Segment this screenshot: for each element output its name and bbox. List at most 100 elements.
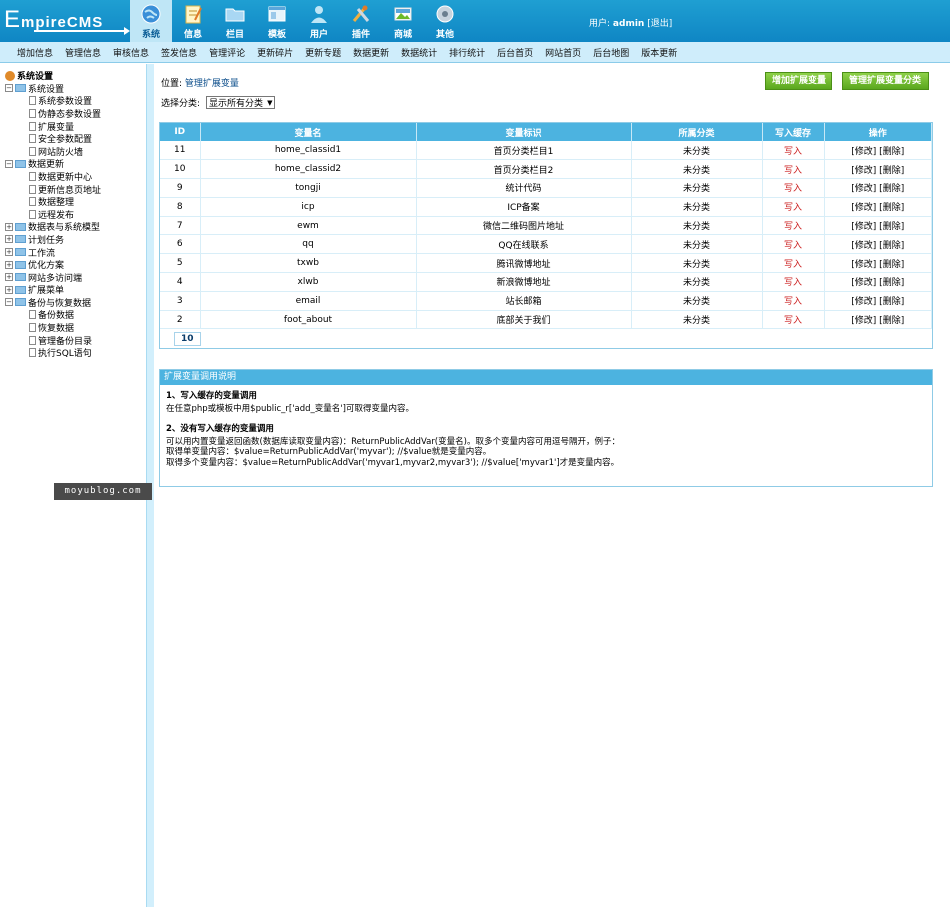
folder-icon	[15, 285, 26, 294]
column-header: 写入缓存	[762, 123, 825, 141]
topnav-item-5[interactable]: 插件	[340, 0, 382, 42]
topnav-item-1[interactable]: 信息	[172, 0, 214, 42]
category-filter: 选择分类: 显示所有分类 ▼	[161, 96, 276, 109]
add-variable-button[interactable]: 增加扩展变量	[765, 72, 832, 90]
row-actions[interactable]: [修改] [删除]	[824, 178, 932, 198]
help-title: 扩展变量调用说明	[160, 370, 932, 385]
subnav-item[interactable]: 签发信息	[161, 46, 197, 59]
topnav-item-7[interactable]: 其他	[424, 0, 466, 42]
write-cache-link[interactable]: 写入	[762, 291, 825, 311]
row-actions[interactable]: [修改] [删除]	[824, 159, 932, 180]
tree-group[interactable]: − 数据更新	[5, 158, 146, 170]
tree-item[interactable]: 数据更新中心	[5, 170, 146, 183]
subnav-item[interactable]: 排行统计	[449, 46, 485, 59]
help-section1-text: 在任意php或模板中用$public_r['add_变量名']可取得变量内容。	[166, 403, 414, 414]
tree-item[interactable]: 更新信息页地址	[5, 183, 146, 196]
write-cache-link[interactable]: 写入	[762, 159, 825, 180]
tree-item[interactable]: 远程发布	[5, 208, 146, 221]
table-cell: 6	[160, 234, 201, 255]
row-actions[interactable]: [修改] [删除]	[824, 141, 932, 161]
table-row: 10 home_classid2 首页分类栏目2 未分类 写入 [修改] [删除]	[160, 159, 932, 180]
collapse-icon[interactable]: −	[5, 298, 13, 307]
topnav-item-0[interactable]: 系统	[130, 0, 172, 42]
page-icon	[29, 209, 36, 219]
tree-group[interactable]: + 扩展菜单	[5, 284, 146, 296]
row-actions[interactable]: [修改] [删除]	[824, 216, 932, 236]
row-actions[interactable]: [修改] [删除]	[824, 310, 932, 330]
tree-group[interactable]: + 计划任务	[5, 233, 146, 246]
write-cache-link[interactable]: 写入	[762, 234, 825, 255]
row-actions[interactable]: [修改] [删除]	[824, 234, 932, 255]
tree-item-label: 安全参数配置	[38, 135, 93, 146]
table-cell: 未分类	[631, 216, 763, 236]
tree-group[interactable]: + 工作流	[5, 246, 146, 259]
row-actions[interactable]: [修改] [删除]	[824, 197, 932, 217]
expand-icon[interactable]: +	[5, 248, 13, 257]
tree-item[interactable]: 伪静态参数设置	[5, 107, 146, 120]
expand-icon[interactable]: +	[5, 273, 13, 282]
write-cache-link[interactable]: 写入	[762, 310, 825, 330]
subnav-item[interactable]: 管理评论	[209, 46, 245, 59]
tree-item[interactable]: 恢复数据	[5, 321, 146, 334]
write-cache-link[interactable]: 写入	[762, 197, 825, 217]
subnav-item[interactable]: 数据更新	[353, 46, 389, 59]
tree-item[interactable]: 数据整理	[5, 195, 146, 208]
tree-item[interactable]: 备份数据	[5, 309, 146, 321]
subnav-item[interactable]: 后台地图	[593, 46, 629, 59]
row-actions[interactable]: [修改] [删除]	[824, 253, 932, 274]
expand-icon[interactable]: +	[5, 260, 13, 269]
page-icon	[29, 108, 36, 118]
tree-item[interactable]: 系统参数设置	[5, 95, 146, 107]
tree-item[interactable]: 管理备份目录	[5, 334, 146, 347]
write-cache-link[interactable]: 写入	[762, 141, 825, 161]
topnav-item-6[interactable]: 商城	[382, 0, 424, 42]
topnav-item-2[interactable]: 栏目	[214, 0, 256, 42]
manage-category-button[interactable]: 管理扩展变量分类	[842, 72, 929, 90]
subnav-item[interactable]: 后台首页	[497, 46, 533, 59]
collapse-icon[interactable]: −	[5, 84, 13, 93]
folder-icon	[15, 222, 26, 231]
tree-group[interactable]: + 数据表与系统模型	[5, 221, 146, 233]
collapse-icon[interactable]: −	[5, 159, 13, 168]
filter-label: 选择分类:	[161, 99, 201, 109]
expand-icon[interactable]: +	[5, 285, 13, 294]
page-icon	[29, 146, 36, 156]
tree-item[interactable]: 扩展变量	[5, 120, 146, 133]
tree-group[interactable]: + 网站多访问端	[5, 271, 146, 284]
write-cache-link[interactable]: 写入	[762, 216, 825, 236]
expand-icon[interactable]: +	[5, 235, 13, 244]
tree-item[interactable]: 安全参数配置	[5, 132, 146, 145]
tree-item-label: 执行SQL语句	[38, 349, 92, 360]
topnav-label: 插件	[351, 30, 370, 40]
row-actions[interactable]: [修改] [删除]	[824, 291, 932, 311]
subnav-item[interactable]: 网站首页	[545, 46, 581, 59]
breadcrumb-link[interactable]: 管理扩展变量	[185, 79, 239, 89]
logout-link[interactable]: [退出]	[647, 19, 672, 29]
help-section1-title: 1、写入缓存的变量调用	[166, 391, 257, 401]
subnav-item[interactable]: 更新专题	[305, 46, 341, 59]
subnav-item[interactable]: 审核信息	[113, 46, 149, 59]
tree-root[interactable]: 系统设置	[5, 69, 146, 82]
tree-group[interactable]: + 优化方案	[5, 258, 146, 271]
subnav-item[interactable]: 数据统计	[401, 46, 437, 59]
tree-group[interactable]: − 系统设置	[5, 82, 146, 95]
write-cache-link[interactable]: 写入	[762, 272, 825, 292]
subnav-item[interactable]: 更新碎片	[257, 46, 293, 59]
write-cache-link[interactable]: 写入	[762, 178, 825, 198]
subnav-item[interactable]: 版本更新	[641, 46, 677, 59]
subnav-item[interactable]: 管理信息	[65, 46, 101, 59]
expand-icon[interactable]: +	[5, 222, 13, 231]
write-cache-link[interactable]: 写入	[762, 253, 825, 274]
row-actions[interactable]: [修改] [删除]	[824, 272, 932, 292]
category-select[interactable]: 显示所有分类 ▼	[206, 96, 276, 109]
tree-item[interactable]: 网站防火墙	[5, 145, 146, 158]
topnav-item-4[interactable]: 用户	[298, 0, 340, 42]
tree-item[interactable]: 执行SQL语句	[5, 346, 146, 359]
pager-count[interactable]: 10	[174, 332, 201, 347]
page-icon	[29, 171, 36, 181]
tree-groups: − 系统设置 系统参数设置 伪静态参数设置 扩展变量 安全参数配置 网站防火墙 − 数据更新 数据…	[5, 82, 146, 359]
topnav-item-3[interactable]: 模板	[256, 0, 298, 42]
table-cell: 未分类	[631, 234, 763, 255]
subnav-item[interactable]: 增加信息	[17, 46, 53, 59]
tree-group[interactable]: − 备份与恢复数据	[5, 296, 146, 309]
